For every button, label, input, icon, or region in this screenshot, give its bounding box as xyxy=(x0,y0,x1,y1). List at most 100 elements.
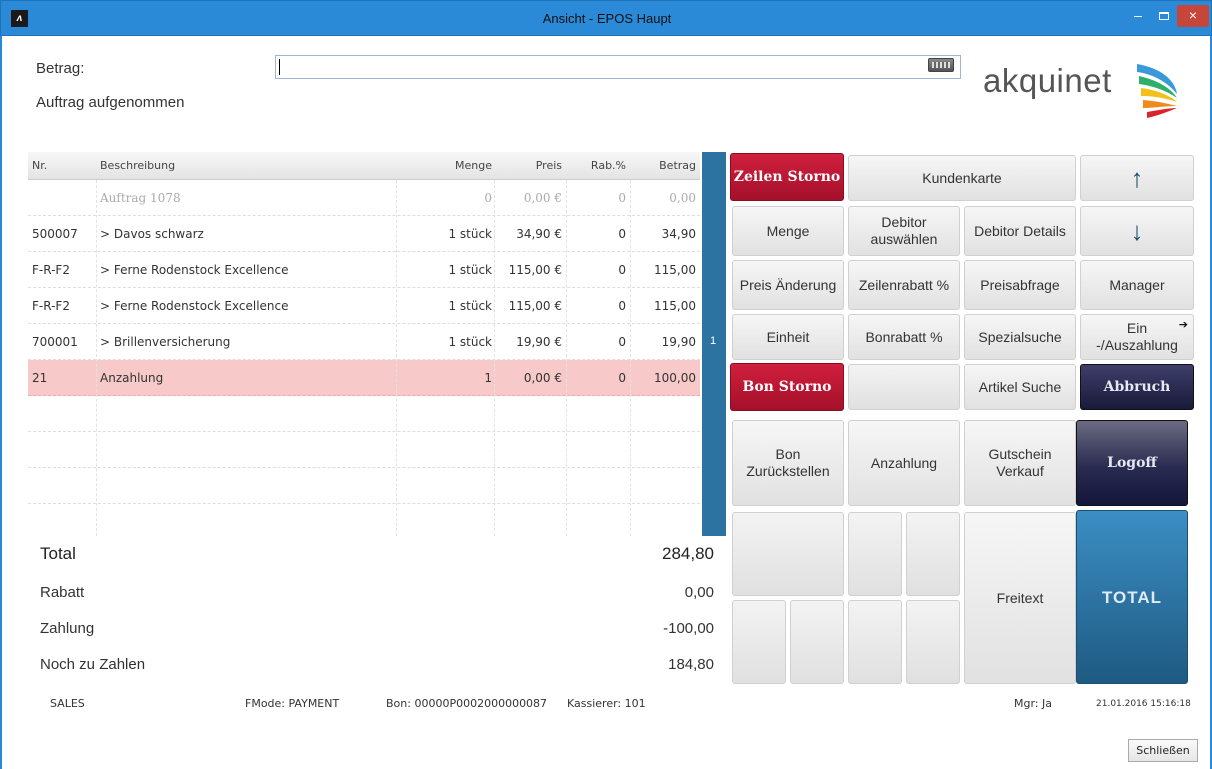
column-divider xyxy=(494,180,495,536)
menge-button[interactable]: Menge xyxy=(732,206,844,256)
preis-aenderung-button[interactable]: Preis Änderung xyxy=(732,260,844,310)
table-row-empty[interactable] xyxy=(28,468,700,504)
empty-button[interactable] xyxy=(848,512,902,596)
bonrabatt-button[interactable]: Bonrabatt % xyxy=(848,314,960,360)
empty-button[interactable] xyxy=(790,600,844,684)
cell-preis: 0,00 € xyxy=(523,191,562,205)
column-divider xyxy=(630,180,631,536)
gutschein-verkauf-button[interactable]: Gutschein Verkauf xyxy=(964,420,1076,506)
keyboard-icon[interactable] xyxy=(928,58,954,72)
cell-nr: F-R-F2 xyxy=(32,299,70,313)
table-row[interactable]: Auftrag 1078 0 0,00 € 0 0,00 xyxy=(28,180,700,216)
ein-auszahlung-button[interactable]: Ein -/Auszahlung ➔ xyxy=(1080,314,1194,360)
header-rabatt[interactable]: Rab.% xyxy=(568,152,626,179)
close-window-button[interactable]: × xyxy=(1177,5,1209,27)
rabatt-value: 0,00 xyxy=(684,584,714,601)
table-scrollbar[interactable]: 1 xyxy=(702,152,726,536)
total-value: 284,80 xyxy=(662,544,714,563)
column-divider xyxy=(396,180,397,536)
table-row[interactable]: 700001 > Brillenversicherung 1 stück 19,… xyxy=(28,324,700,360)
empty-button[interactable] xyxy=(848,600,902,684)
header-beschreibung[interactable]: Beschreibung xyxy=(100,152,390,179)
anzahlung-button[interactable]: Anzahlung xyxy=(848,420,960,506)
betrag-label: Betrag: xyxy=(36,60,85,77)
empty-button[interactable] xyxy=(732,600,786,684)
arrow-down-icon: ↓ xyxy=(1130,215,1144,246)
zahlung-label: Zahlung xyxy=(40,620,95,637)
total-label: Total xyxy=(40,544,76,563)
total-button[interactable]: TOTAL xyxy=(1076,510,1188,684)
schliessen-button[interactable]: Schließen xyxy=(1128,739,1198,762)
header-betrag[interactable]: Betrag xyxy=(632,152,696,179)
scroll-page-indicator: 1 xyxy=(710,335,717,347)
manager-button[interactable]: Manager xyxy=(1080,260,1194,310)
cell-beschreibung: Anzahlung xyxy=(100,371,164,385)
cell-betrag: 100,00 xyxy=(654,371,696,385)
table-row[interactable]: F-R-F2 > Ferne Rodenstock Excellence 1 s… xyxy=(28,252,700,288)
total-line: Total 284,80 xyxy=(40,544,714,564)
abbruch-button[interactable]: Abbruch xyxy=(1080,364,1194,410)
cell-betrag: 34,90 xyxy=(661,227,696,241)
cell-preis: 34,90 € xyxy=(516,227,562,241)
cell-menge: 1 stück xyxy=(448,335,492,349)
header-nr[interactable]: Nr. xyxy=(32,152,92,179)
einheit-button[interactable]: Einheit xyxy=(732,314,844,360)
bon-storno-button[interactable]: Bon Storno xyxy=(730,363,844,411)
window-border-left xyxy=(0,36,2,769)
empty-button[interactable] xyxy=(906,512,960,596)
column-divider xyxy=(566,180,567,536)
ein-auszahlung-label: Ein -/Auszahlung xyxy=(1096,320,1178,353)
table-row[interactable]: 500007 > Davos schwarz 1 stück 34,90 € 0… xyxy=(28,216,700,252)
status-kassierer: Kassierer: 101 xyxy=(567,697,646,710)
scroll-down-button[interactable]: ↓ xyxy=(1080,206,1194,256)
cell-betrag: 19,90 xyxy=(661,335,696,349)
cell-betrag: 115,00 xyxy=(654,263,696,277)
cell-rabatt: 0 xyxy=(618,191,626,205)
maximize-button[interactable] xyxy=(1151,5,1177,27)
minimize-button[interactable]: – xyxy=(1125,5,1151,27)
cell-nr: 700001 xyxy=(32,335,78,349)
logo-text: akquinet xyxy=(983,62,1112,99)
spezialsuche-button[interactable]: Spezialsuche xyxy=(964,314,1076,360)
logoff-button[interactable]: Logoff xyxy=(1076,420,1188,506)
table-header: Nr. Beschreibung Menge Preis Rab.% Betra… xyxy=(28,152,700,180)
cell-beschreibung: Auftrag 1078 xyxy=(100,191,181,205)
debitor-details-button[interactable]: Debitor Details xyxy=(964,206,1076,256)
debitor-auswaehlen-button[interactable]: Debitor auswählen xyxy=(848,206,960,256)
order-status-text: Auftrag aufgenommen xyxy=(36,94,185,111)
zeilen-storno-button[interactable]: Zeilen Storno xyxy=(730,153,844,201)
empty-button[interactable] xyxy=(732,512,844,596)
cell-menge: 1 stück xyxy=(448,227,492,241)
window-title: Ansicht - EPOS Haupt xyxy=(542,11,672,26)
empty-button[interactable] xyxy=(848,364,960,410)
table-row-selected[interactable]: 21 Anzahlung 1 0,00 € 0 100,00 xyxy=(28,360,700,396)
cell-nr: F-R-F2 xyxy=(32,263,70,277)
akquinet-logo: akquinet xyxy=(983,58,1183,122)
header-preis[interactable]: Preis xyxy=(498,152,562,179)
table-row-empty[interactable] xyxy=(28,396,700,432)
betrag-input[interactable] xyxy=(275,55,961,79)
scroll-up-button[interactable]: ↑ xyxy=(1080,155,1194,201)
bon-zurueckstellen-button[interactable]: Bon Zurückstellen xyxy=(732,420,844,506)
header-menge[interactable]: Menge xyxy=(400,152,492,179)
rabatt-label: Rabatt xyxy=(40,584,85,601)
column-divider xyxy=(96,180,97,536)
cell-menge: 1 xyxy=(484,371,492,385)
kundenkarte-button[interactable]: Kundenkarte xyxy=(848,155,1076,201)
table-row-empty[interactable] xyxy=(28,432,700,468)
table-row[interactable]: F-R-F2 > Ferne Rodenstock Excellence 1 s… xyxy=(28,288,700,324)
rabatt-line: Rabatt 0,00 xyxy=(40,584,714,601)
zeilenrabatt-button[interactable]: Zeilenrabatt % xyxy=(848,260,960,310)
zahlung-value: -100,00 xyxy=(663,620,714,637)
cell-betrag: 0,00 xyxy=(669,191,696,205)
arrow-up-icon: ↑ xyxy=(1130,162,1144,193)
artikel-suche-button[interactable]: Artikel Suche xyxy=(964,364,1076,410)
empty-button[interactable] xyxy=(906,600,960,684)
title-bar: ʌ Ansicht - EPOS Haupt – × xyxy=(0,0,1212,36)
cell-nr: 21 xyxy=(32,371,48,385)
cell-preis: 115,00 € xyxy=(508,299,562,313)
preisabfrage-button[interactable]: Preisabfrage xyxy=(964,260,1076,310)
cell-beschreibung: > Brillenversicherung xyxy=(100,335,231,349)
cell-rabatt: 0 xyxy=(618,299,626,313)
freitext-button[interactable]: Freitext xyxy=(964,512,1076,684)
